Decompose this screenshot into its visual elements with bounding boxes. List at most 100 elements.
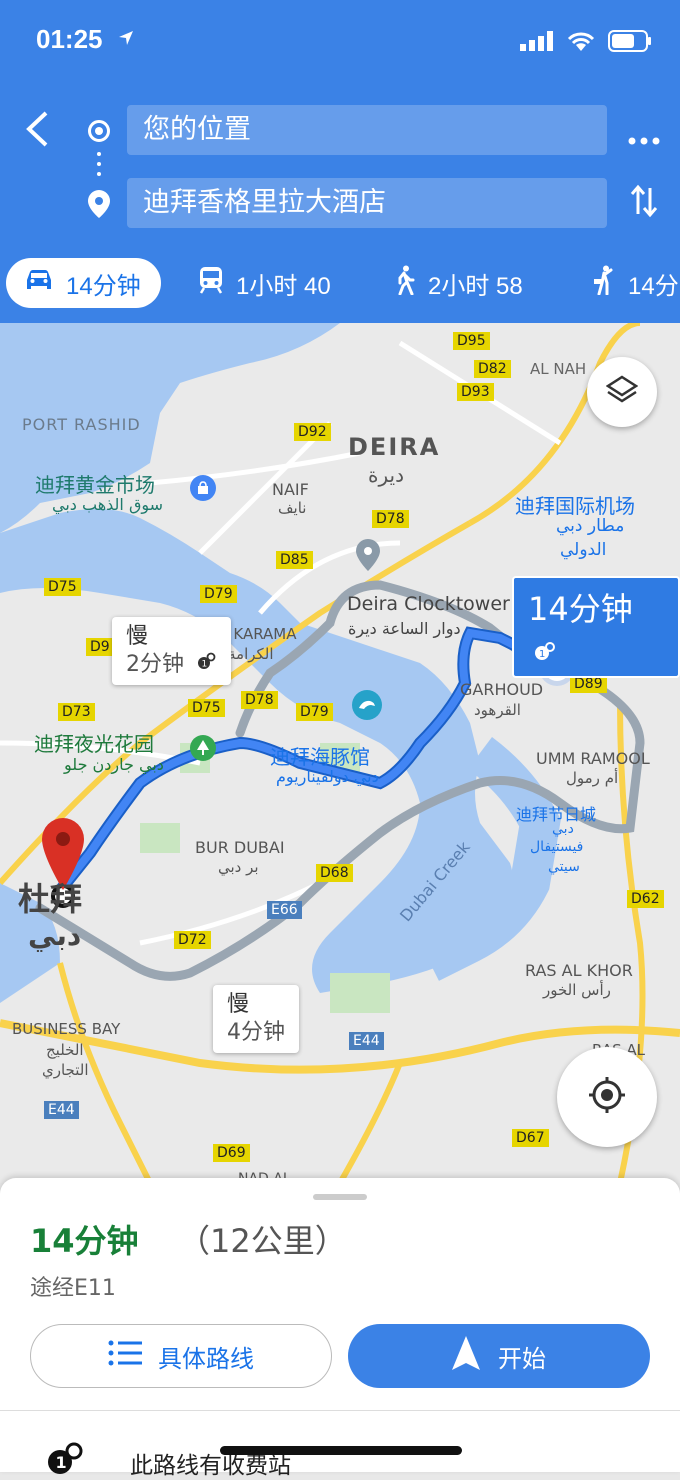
- mode-rideshare[interactable]: 14分: [592, 258, 679, 308]
- map-label: رأس الخور: [543, 981, 611, 999]
- my-location-button[interactable]: [557, 1047, 657, 1147]
- more-options-icon[interactable]: [628, 118, 660, 153]
- map-label: BUSINESS BAY: [12, 1020, 121, 1038]
- map-label: AL NAH: [530, 360, 587, 378]
- map-label: أم رمول: [566, 769, 619, 787]
- place-pin-icon[interactable]: [356, 539, 380, 575]
- svg-text:1: 1: [202, 660, 208, 670]
- map-label: سيتي: [548, 859, 580, 875]
- shopping-poi-icon[interactable]: [190, 475, 216, 501]
- map-label: دوار الساعة ديرة: [348, 619, 461, 638]
- crosshair-icon: [587, 1075, 627, 1119]
- mode-drive-label: 14分钟: [66, 272, 141, 300]
- road-shield: D95: [453, 332, 490, 350]
- svg-text:1: 1: [56, 1453, 67, 1472]
- alt-route-bubble-2[interactable]: 慢 4分钟: [213, 985, 299, 1053]
- route-details-label: 具体路线: [158, 1344, 254, 1373]
- status-icons: [520, 30, 652, 56]
- map-label: مطار دبي: [556, 516, 625, 536]
- destination-pin-icon: [88, 190, 110, 222]
- map-label: 迪拜夜光花园: [34, 732, 154, 756]
- directions-header: 01:25 您的位置 迪拜香格里拉大酒店 14分钟 1小时 40 2小时 58 …: [0, 0, 680, 323]
- map-label: دبي دولفيناريوم: [276, 767, 379, 786]
- back-button[interactable]: [24, 108, 50, 154]
- list-icon: [108, 1340, 142, 1372]
- map-label: سوق الذهب دبي: [52, 495, 164, 514]
- dolphin-poi-icon[interactable]: [352, 690, 382, 720]
- location-arrow-icon: [118, 30, 134, 50]
- route-time-bubble[interactable]: 14分钟 1: [512, 576, 680, 678]
- map-label: 迪拜黄金市场: [35, 473, 155, 497]
- alt-route-2-slow: 慢: [227, 992, 250, 1017]
- road-shield: D67: [512, 1129, 549, 1147]
- toll-icon: 1: [534, 632, 556, 670]
- svg-text:1: 1: [539, 649, 545, 660]
- drag-handle[interactable]: [313, 1194, 367, 1200]
- layers-icon: [605, 375, 639, 409]
- route-via: 途经E11: [30, 1276, 116, 1301]
- map-label: 杜拜: [18, 880, 83, 918]
- origin-field[interactable]: 您的位置: [127, 105, 607, 155]
- map-label: ديرة: [368, 463, 404, 487]
- route-dots-icon: [97, 152, 101, 182]
- map-label: دبي: [28, 919, 82, 952]
- map-label: القرهود: [474, 701, 521, 719]
- toll-road-icon: 1: [46, 1442, 84, 1478]
- walk-icon: [394, 265, 428, 302]
- home-indicator[interactable]: [220, 1446, 462, 1455]
- battery-icon: [608, 30, 652, 56]
- road-shield: D62: [627, 890, 664, 908]
- road-shield: D78: [372, 510, 409, 528]
- route-details-button[interactable]: 具体路线: [30, 1324, 332, 1388]
- road-shield: D79: [296, 703, 333, 721]
- navigation-arrow-icon: [452, 1336, 480, 1376]
- map-label: دبي: [552, 821, 574, 837]
- mode-walk-label: 2小时 58: [428, 272, 523, 300]
- alt-route-1-time: 2分钟: [126, 652, 184, 677]
- start-button[interactable]: 开始: [348, 1324, 650, 1388]
- alt-route-bubble-1[interactable]: 慢 2分钟 1: [112, 617, 231, 685]
- alt-route-1-slow: 慢: [126, 624, 149, 649]
- map-label: GARHOUD: [460, 680, 544, 699]
- destination-field[interactable]: 迪拜香格里拉大酒店: [127, 178, 607, 228]
- status-time: 01:25: [36, 24, 103, 54]
- mode-rideshare-label: 14分: [628, 272, 679, 300]
- mode-transit[interactable]: 1小时 40: [198, 258, 331, 308]
- road-shield: D78: [241, 691, 278, 709]
- mode-transit-label: 1小时 40: [236, 272, 331, 300]
- road-shield: D93: [457, 383, 494, 401]
- road-shield: E44: [44, 1101, 79, 1119]
- mode-walk[interactable]: 2小时 58: [394, 258, 523, 308]
- mode-drive[interactable]: 14分钟: [6, 258, 161, 308]
- map-view[interactable]: D95 D82 D93 D92 D78 D85 D75 D79 D9 D78 D…: [0, 323, 680, 1183]
- map-label: نايف: [278, 499, 307, 517]
- road-shield: E66: [267, 901, 302, 919]
- swap-icon[interactable]: [630, 184, 658, 222]
- road-shield: D79: [200, 585, 237, 603]
- map-label: بر دبي: [218, 858, 259, 876]
- road-shield: D75: [188, 699, 225, 717]
- map-label: التجاري: [42, 1061, 89, 1079]
- map-label: UMM RAMOOL: [536, 749, 650, 768]
- road-shield: D73: [58, 703, 95, 721]
- road-shield: D75: [44, 578, 81, 596]
- map-label: NAIF: [272, 480, 309, 499]
- road-shield: D68: [316, 864, 353, 882]
- road-shield: D85: [276, 551, 313, 569]
- road-shield: D69: [213, 1144, 250, 1162]
- start-label: 开始: [498, 1344, 546, 1373]
- layers-button[interactable]: [587, 357, 657, 427]
- route-duration: 14分钟: [30, 1222, 139, 1260]
- map-label: دبي جاردن جلو: [64, 755, 164, 774]
- map-label: 迪拜国际机场: [515, 494, 635, 518]
- map-label: الدولي: [560, 540, 607, 560]
- route-time-label: 14分钟: [528, 590, 633, 628]
- route-summary-sheet: 14分钟 （12公里） 途经E11 具体路线 开始 1 此路线有收费站: [0, 1178, 680, 1479]
- train-icon: [198, 266, 236, 301]
- map-label: BUR DUBAI: [195, 838, 285, 857]
- divider: [0, 1410, 680, 1411]
- map-label: 迪拜海豚馆: [270, 745, 370, 769]
- alt-route-2-time: 4分钟: [227, 1020, 285, 1045]
- park-poi-icon[interactable]: [190, 735, 216, 761]
- road-shield: D72: [174, 931, 211, 949]
